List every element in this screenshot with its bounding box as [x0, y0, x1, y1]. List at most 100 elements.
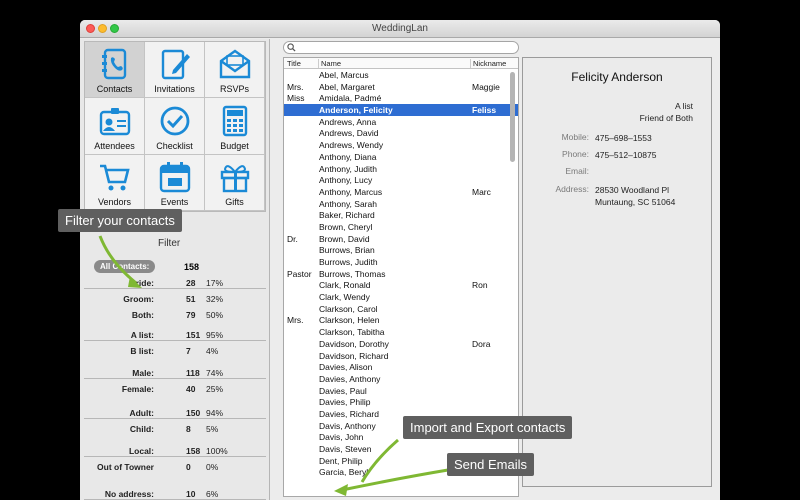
nav-gifts-button[interactable]: Gifts [205, 154, 265, 211]
search-input[interactable] [283, 41, 519, 54]
search-icon [287, 43, 296, 52]
table-row[interactable]: Mrs. Abel, Margaret Maggie [284, 81, 518, 93]
field-value[interactable]: 28530 Woodland Pl Muntaung, SC 51064 [595, 184, 705, 208]
column-header-name[interactable]: Name [318, 59, 341, 68]
filter-percent: 6% [206, 489, 219, 499]
contact-side: Friend of Both [639, 113, 693, 123]
field-value[interactable]: 475–698–1553 [595, 132, 705, 144]
all-contacts-button[interactable]: All Contacts: [94, 260, 156, 273]
field-label: Email: [565, 166, 589, 176]
filter-percent: 4% [206, 346, 219, 356]
filter-label: Adult: [129, 408, 154, 418]
column-header-title[interactable]: Title [287, 59, 301, 68]
all-contacts-count: 158 [184, 262, 200, 272]
nav-rsvps-button[interactable]: RSVPs [205, 42, 265, 99]
cell-nickname: Dora [472, 338, 491, 349]
cell-name: Davis, Anthony [319, 420, 376, 431]
table-row[interactable]: Burrows, Brian [284, 244, 518, 256]
table-scrollbar[interactable] [510, 72, 515, 162]
cell-name: Anderson, Felicity [319, 105, 393, 116]
table-row[interactable]: Anthony, Sarah [284, 198, 518, 210]
table-row[interactable]: Andrews, Wendy [284, 139, 518, 151]
cell-name: Abel, Marcus [319, 70, 369, 80]
filter-row[interactable]: Child: 8 5% [84, 424, 266, 438]
contact-list-info: A list Friend of Both [640, 100, 693, 124]
cell-title: Dr. [287, 233, 298, 244]
filter-row[interactable]: Local: 158 100% [84, 446, 266, 460]
table-row[interactable]: Abel, Marcus [284, 69, 518, 81]
nav-events-button[interactable]: Events [145, 154, 205, 211]
table-row[interactable]: Clarkson, Tabitha [284, 326, 518, 338]
field-value[interactable]: 475–512–10875 [595, 149, 705, 161]
cell-name: Andrews, David [319, 128, 379, 139]
filter-label: No address: [104, 489, 154, 499]
cell-name: Baker, Richard [319, 210, 375, 221]
cell-nickname: Feliss [472, 105, 497, 116]
table-row[interactable]: Pastor Burrows, Thomas [284, 268, 518, 280]
nav-checklist-button[interactable]: Checklist [145, 98, 205, 155]
table-row[interactable]: Andrews, Anna [284, 116, 518, 128]
table-row[interactable]: Davies, Philip [284, 396, 518, 408]
filter-row[interactable]: B list: 7 4% [84, 346, 266, 360]
table-row[interactable]: Miss Amidala, Padmé [284, 92, 518, 104]
filter-row[interactable]: Male: 118 74% [84, 368, 266, 382]
filter-count: 10 [186, 489, 196, 499]
table-row[interactable]: Anthony, Marcus Marc [284, 186, 518, 198]
filter-row[interactable]: Both: 79 50% [84, 310, 266, 324]
nav-attendees-button[interactable]: Attendees [85, 98, 145, 155]
table-row[interactable]: Anthony, Lucy [284, 174, 518, 186]
filter-percent: 95% [206, 330, 224, 340]
cell-nickname: Marc [472, 186, 491, 197]
cell-name: Amidala, Padmé [319, 93, 382, 104]
table-row[interactable]: Clark, Ronald Ron [284, 279, 518, 291]
table-row[interactable]: Clarkson, Carol [284, 303, 518, 315]
table-row[interactable]: Dr. Brown, David [284, 233, 518, 245]
filter-row[interactable]: Bride: 28 17% [84, 278, 266, 292]
table-row[interactable]: Davies, Anthony [284, 373, 518, 385]
cell-name: Davies, Richard [319, 408, 379, 419]
window-title: WeddingLan [372, 23, 428, 34]
nav-label: Contacts [96, 84, 133, 95]
checklist-icon [160, 106, 189, 136]
filter-label: Local: [128, 446, 154, 456]
column-header-nickname[interactable]: Nickname [470, 59, 506, 68]
cell-name: Clarkson, Carol [319, 303, 378, 314]
cell-name: Anthony, Sarah [319, 198, 377, 209]
filter-count: 7 [186, 346, 191, 356]
filter-row[interactable]: Groom: 51 32% [84, 294, 266, 308]
filter-label: Groom: [123, 294, 154, 304]
table-row[interactable]: Brown, Cheryl [284, 221, 518, 233]
table-row[interactable]: Mrs. Clarkson, Helen [284, 314, 518, 326]
nav-invitations-button[interactable]: Invitations [145, 42, 205, 99]
table-row[interactable]: Davidson, Dorothy Dora [284, 338, 518, 350]
nav-vendors-button[interactable]: Vendors [85, 154, 145, 211]
filter-count: 0 [186, 462, 191, 472]
cell-title: Pastor [287, 268, 312, 279]
nav-label: RSVPs [219, 84, 249, 95]
table-row[interactable]: Burrows, Judith [284, 256, 518, 268]
filter-row[interactable]: Adult: 150 94% [84, 408, 266, 422]
filter-row[interactable]: A list: 151 95% [84, 330, 266, 344]
table-row[interactable]: Anthony, Judith [284, 163, 518, 175]
filter-label: Male: [132, 368, 154, 378]
nav-contacts-button[interactable]: Contacts [85, 42, 145, 99]
table-row[interactable]: Davidson, Richard [284, 350, 518, 362]
table-row[interactable]: Anthony, Diana [284, 151, 518, 163]
cell-name: Andrews, Anna [319, 116, 377, 127]
filter-count: 79 [186, 310, 196, 320]
filter-count: 150 [186, 408, 201, 418]
filter-row[interactable]: Out of Towner 0 0% [84, 462, 266, 476]
budget-icon [222, 105, 247, 136]
table-row[interactable]: Davies, Paul [284, 385, 518, 397]
invitations-icon [161, 50, 190, 80]
table-row[interactable]: Davies, Alison [284, 361, 518, 373]
table-row[interactable]: Baker, Richard [284, 209, 518, 221]
table-row[interactable]: Andrews, David [284, 127, 518, 139]
nav-label: Gifts [225, 196, 244, 207]
filter-row[interactable]: Female: 40 25% [84, 384, 266, 398]
filter-percent: 94% [206, 408, 224, 418]
table-row[interactable]: Anderson, Felicity Feliss [284, 104, 518, 116]
table-row[interactable]: Clark, Wendy [284, 291, 518, 303]
filter-row[interactable]: No address: 10 6% [84, 489, 266, 500]
nav-budget-button[interactable]: Budget [205, 98, 265, 155]
